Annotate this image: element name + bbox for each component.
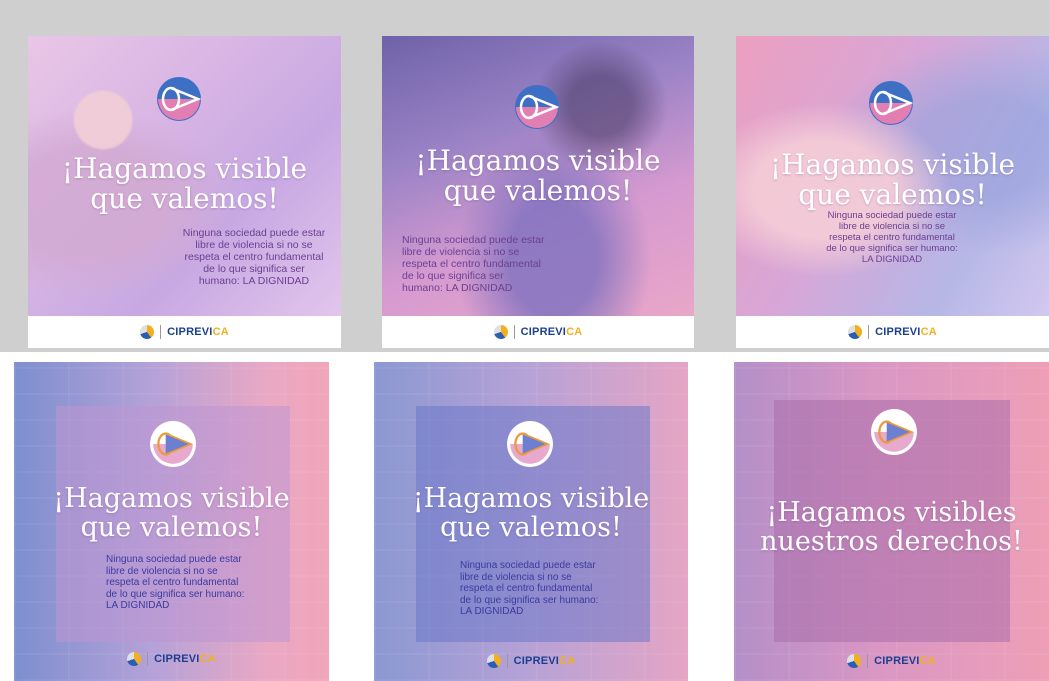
divider bbox=[147, 652, 149, 666]
subcopy-line: respeta el centro fundamental bbox=[184, 251, 324, 264]
brand-footer: CIPREVICA bbox=[28, 316, 341, 348]
headline-line-2: que valemos! bbox=[798, 178, 987, 212]
eye-logo-icon bbox=[868, 80, 914, 126]
post-subcopy: Ninguna sociedad puede estar libre de vi… bbox=[106, 554, 266, 612]
headline-line-1: ¡Hagamos visible bbox=[415, 144, 661, 177]
post-card-1[interactable]: ¡Hagamos visible que valemos! Ninguna so… bbox=[28, 36, 341, 348]
post-headline: ¡Hagamos visibles nuestros derechos! bbox=[734, 498, 1049, 556]
subcopy-line: de lo que significa ser humano: bbox=[460, 594, 599, 606]
headline-line-2: nuestros derechos! bbox=[760, 526, 1023, 558]
brand-name: CIPREVICA bbox=[167, 326, 229, 338]
post-subcopy: Ninguna sociedad puede estar libre de vi… bbox=[460, 560, 620, 618]
brand-name: CIPREVICA bbox=[520, 326, 583, 338]
subcopy-line: Ninguna sociedad puede estar bbox=[460, 560, 596, 571]
headline-line-1: ¡Hagamos visible bbox=[53, 483, 290, 514]
eye-logo-icon bbox=[870, 408, 918, 456]
post-subcopy: Ninguna sociedad puede estar libre de vi… bbox=[392, 234, 562, 294]
subcopy-line: libre de violencia si no se bbox=[106, 565, 218, 577]
post-headline: ¡Hagamos visible que valemos! bbox=[14, 484, 329, 542]
post-headline: ¡Hagamos visible que valemos! bbox=[28, 152, 341, 216]
divider bbox=[868, 325, 870, 339]
post-card-5[interactable]: ¡Hagamos visible que valemos! Ninguna so… bbox=[374, 362, 688, 681]
headline-line-1: ¡Hagamos visible bbox=[61, 152, 308, 185]
post-headline: ¡Hagamos visible que valemos! bbox=[736, 148, 1049, 212]
post-subcopy: Ninguna sociedad puede estar libre de vi… bbox=[174, 227, 334, 287]
subcopy-line: Ninguna sociedad puede estar bbox=[402, 234, 545, 246]
headline-line-1: ¡Hagamos visibles bbox=[766, 497, 1017, 528]
post-card-2[interactable]: ¡Hagamos visible que valemos! Ninguna so… bbox=[382, 36, 694, 348]
brand-name: CIPREVICA bbox=[154, 653, 216, 665]
headline-line-2: que valemos! bbox=[90, 182, 279, 216]
ciprevica-logo-icon bbox=[493, 325, 508, 339]
subcopy-line: respeta el centro fundamental bbox=[460, 583, 593, 594]
headline-line-1: ¡Hagamos visible bbox=[769, 148, 1016, 181]
brand-footer: CIPREVICA bbox=[382, 316, 694, 348]
brand-name: CIPREVICA bbox=[513, 655, 576, 667]
headline-line-2: que valemos! bbox=[80, 512, 263, 544]
brand-name: CIPREVICA bbox=[874, 655, 936, 667]
subcopy-line: respeta el centro fundamental bbox=[402, 258, 541, 271]
post-headline: ¡Hagamos visible que valemos! bbox=[374, 484, 688, 542]
brand-footer: CIPREVICA bbox=[14, 643, 329, 675]
headline-line-1: ¡Hagamos visible bbox=[412, 483, 650, 514]
brand-footer: CIPREVICA bbox=[374, 645, 688, 677]
eye-logo-icon bbox=[149, 420, 197, 468]
brand-name: CIPREVICA bbox=[875, 326, 937, 338]
subcopy-line: Ninguna sociedad puede estar bbox=[182, 227, 326, 239]
subcopy-line: LA DIGNIDAD bbox=[460, 606, 524, 617]
ciprevica-logo-icon bbox=[127, 652, 142, 666]
post-card-3[interactable]: ¡Hagamos visible que valemos! Ninguna so… bbox=[736, 36, 1049, 348]
subcopy-line: humano: LA DIGNIDAD bbox=[402, 282, 513, 295]
divider bbox=[506, 654, 508, 668]
design-board: ¡Hagamos visible que valemos! Ninguna so… bbox=[0, 0, 1049, 681]
post-card-4[interactable]: ¡Hagamos visible que valemos! Ninguna so… bbox=[14, 362, 329, 681]
headline-line-2: que valemos! bbox=[443, 174, 633, 208]
ciprevica-logo-icon bbox=[140, 325, 155, 339]
ciprevica-logo-icon bbox=[486, 654, 501, 668]
headline-line-2: que valemos! bbox=[440, 512, 622, 544]
brand-footer: CIPREVICA bbox=[734, 645, 1049, 677]
subcopy-line: de lo que significa ser bbox=[203, 263, 305, 276]
divider bbox=[513, 325, 515, 339]
divider bbox=[160, 325, 162, 339]
subcopy-line: libre de violencia si no se bbox=[402, 246, 520, 259]
subcopy-line: humano: LA DIGNIDAD bbox=[198, 275, 310, 288]
ciprevica-logo-icon bbox=[847, 654, 862, 668]
brand-footer: CIPREVICA bbox=[736, 316, 1049, 348]
subcopy-line: libre de violencia si no se bbox=[460, 571, 572, 583]
post-headline: ¡Hagamos visible que valemos! bbox=[382, 144, 694, 208]
subcopy-line: LA DIGNIDAD bbox=[861, 253, 923, 265]
subcopy-line: Ninguna sociedad puede estar bbox=[106, 554, 242, 565]
eye-logo-icon bbox=[506, 420, 554, 468]
eye-logo-icon bbox=[156, 76, 202, 122]
eye-logo-icon bbox=[514, 84, 560, 130]
subcopy-line: libre de violencia si no se bbox=[195, 239, 313, 252]
post-subcopy: Ninguna sociedad puede estar libre de vi… bbox=[800, 210, 984, 266]
divider bbox=[867, 654, 869, 668]
post-card-6[interactable]: ¡Hagamos visibles nuestros derechos! CIP… bbox=[734, 362, 1049, 681]
subcopy-line: LA DIGNIDAD bbox=[106, 600, 170, 611]
subcopy-line: respeta el centro fundamental bbox=[106, 577, 239, 588]
subcopy-line: de lo que significa ser bbox=[402, 270, 504, 283]
ciprevica-logo-icon bbox=[848, 325, 863, 339]
subcopy-line: de lo que significa ser humano: bbox=[106, 588, 245, 600]
